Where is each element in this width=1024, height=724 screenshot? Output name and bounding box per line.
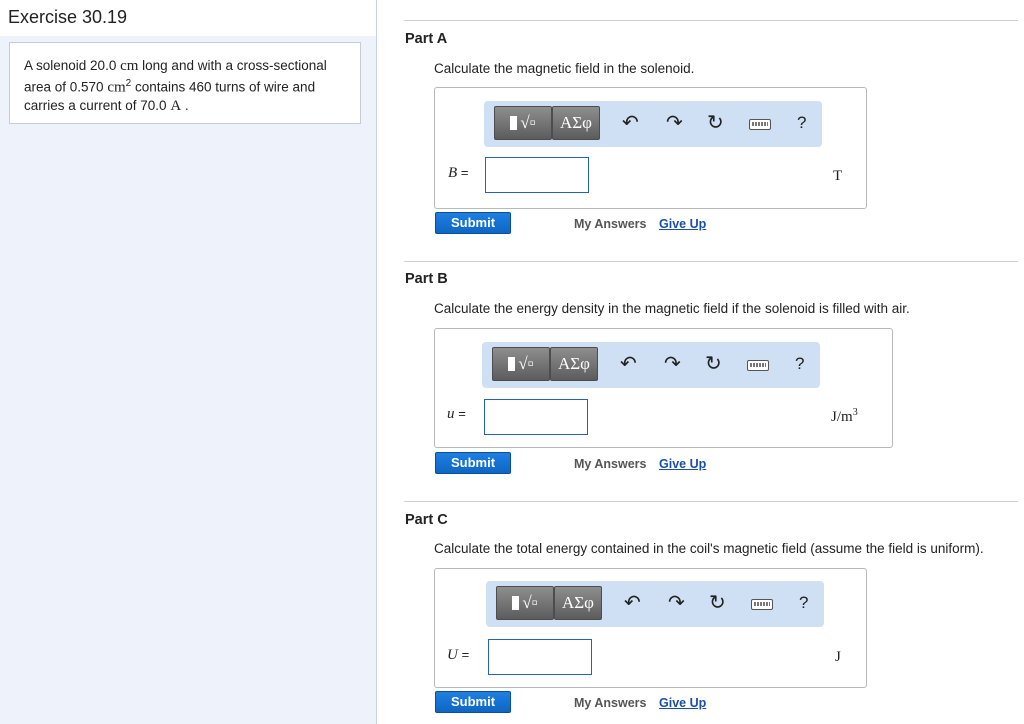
reset-icon[interactable]: ↻ <box>707 112 724 134</box>
redo-icon[interactable]: ↷ <box>664 353 681 375</box>
part-c-answer-box: √▫ ΑΣφ ↶ ↷ ↻ ? U = J <box>434 568 867 688</box>
part-b-my-answers-link[interactable]: My Answers <box>574 457 646 471</box>
undo-icon[interactable]: ↶ <box>620 353 637 375</box>
part-a-title: Part A <box>405 31 448 47</box>
part-b-answer-box: √▫ ΑΣφ ↶ ↷ ↻ ? u = J/m3 <box>434 328 893 448</box>
part-a-variable-label: B = <box>448 165 469 181</box>
part-a-divider <box>404 20 1018 21</box>
keyboard-icon[interactable] <box>751 599 773 610</box>
problem-statement: A solenoid 20.0 cm long and with a cross… <box>9 42 361 124</box>
part-c-divider <box>404 501 1018 502</box>
help-button[interactable]: ? <box>799 592 808 614</box>
templates-button[interactable]: √▫ <box>496 586 554 620</box>
templates-button[interactable]: √▫ <box>492 347 550 381</box>
part-c-submit-button[interactable]: Submit <box>435 691 511 713</box>
sqrt-icon: √▫ <box>518 354 534 373</box>
reset-icon[interactable]: ↻ <box>705 353 722 375</box>
templates-button[interactable]: √▫ <box>494 106 552 140</box>
part-b-title: Part B <box>405 271 448 287</box>
template-square-icon <box>510 116 518 130</box>
part-b-divider <box>404 261 1018 262</box>
part-a-answer-input[interactable] <box>485 157 589 193</box>
part-c-question: Calculate the total energy contained in … <box>434 541 984 556</box>
part-a-my-answers-link[interactable]: My Answers <box>574 217 646 231</box>
part-c-unit: J <box>835 649 841 665</box>
part-a-answer-box: √▫ ΑΣφ ↶ ↷ ↻ ? B = T <box>434 87 867 209</box>
undo-icon[interactable]: ↶ <box>624 592 641 614</box>
greek-symbols-button[interactable]: ΑΣφ <box>554 586 602 620</box>
exercise-title: Exercise 30.19 <box>0 0 376 36</box>
keyboard-icon[interactable] <box>747 360 769 371</box>
part-c-title: Part C <box>405 512 448 528</box>
part-a-unit: T <box>833 168 843 184</box>
redo-icon[interactable]: ↷ <box>666 112 683 134</box>
sqrt-icon: √▫ <box>520 113 536 132</box>
part-b-variable-label: u = <box>447 406 466 422</box>
part-c-give-up-link[interactable]: Give Up <box>659 696 706 710</box>
template-square-icon <box>512 596 520 610</box>
undo-icon[interactable]: ↶ <box>622 112 639 134</box>
part-b-answer-input[interactable] <box>484 399 588 435</box>
part-b-toolbar: √▫ ΑΣφ ↶ ↷ ↻ ? <box>482 342 820 388</box>
reset-icon[interactable]: ↻ <box>709 592 726 614</box>
part-b-unit: J/m3 <box>831 407 858 425</box>
greek-symbols-button[interactable]: ΑΣφ <box>552 106 600 140</box>
help-button[interactable]: ? <box>797 112 806 134</box>
part-a-question: Calculate the magnetic field in the sole… <box>434 61 695 76</box>
part-c-my-answers-link[interactable]: My Answers <box>574 696 646 710</box>
part-c-answer-input[interactable] <box>488 639 592 675</box>
problem-panel: Exercise 30.19 A solenoid 20.0 cm long a… <box>0 0 377 724</box>
help-button[interactable]: ? <box>795 353 804 375</box>
part-a-toolbar: √▫ ΑΣφ ↶ ↷ ↻ ? <box>484 101 822 147</box>
part-b-give-up-link[interactable]: Give Up <box>659 457 706 471</box>
part-c-toolbar: √▫ ΑΣφ ↶ ↷ ↻ ? <box>486 581 824 627</box>
template-square-icon <box>508 357 516 371</box>
part-c-variable-label: U = <box>447 647 470 663</box>
greek-symbols-button[interactable]: ΑΣφ <box>550 347 598 381</box>
redo-icon[interactable]: ↷ <box>668 592 685 614</box>
part-b-submit-button[interactable]: Submit <box>435 452 511 474</box>
part-a-give-up-link[interactable]: Give Up <box>659 217 706 231</box>
part-a-submit-button[interactable]: Submit <box>435 212 511 234</box>
sqrt-icon: √▫ <box>522 593 538 612</box>
part-b-question: Calculate the energy density in the magn… <box>434 301 910 316</box>
keyboard-icon[interactable] <box>749 119 771 130</box>
